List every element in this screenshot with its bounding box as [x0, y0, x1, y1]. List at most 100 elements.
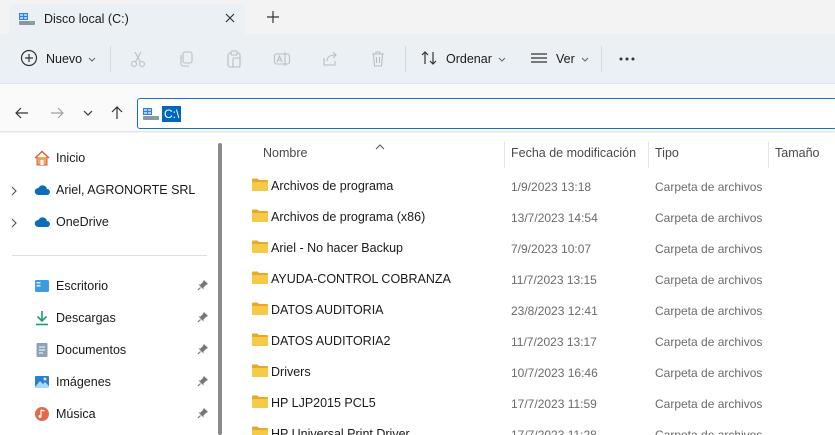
- toolbar-divider: [405, 46, 406, 72]
- file-row[interactable]: Archivos de programa 1/9/2023 13:18 Carpet…: [230, 172, 835, 200]
- chevron-down-icon: [498, 52, 506, 66]
- chevron-right-icon[interactable]: [11, 217, 17, 231]
- command-bar: Nuevo Ordenar Ver: [0, 34, 835, 84]
- pin-icon[interactable]: [197, 407, 209, 422]
- pin-icon[interactable]: [197, 279, 209, 294]
- forward-arrow-icon[interactable]: [48, 104, 66, 122]
- sidebar-scrollbar[interactable]: [218, 143, 222, 435]
- up-arrow-icon[interactable]: [108, 104, 126, 122]
- file-name: Ariel - No hacer Backup: [271, 241, 404, 255]
- column-header-date[interactable]: Fecha de modificación: [511, 146, 636, 166]
- file-date: 17/7/2023 11:28: [511, 428, 597, 435]
- column-divider[interactable]: [648, 142, 649, 168]
- pin-icon[interactable]: [197, 375, 209, 390]
- file-date: 11/7/2023 13:15: [511, 273, 597, 287]
- tab-disco-local[interactable]: Disco local (C:): [9, 4, 245, 34]
- view-list-icon: [530, 49, 548, 70]
- sort-ascending-icon: [375, 139, 385, 153]
- file-row[interactable]: Ariel - No hacer Backup 7/9/2023 10:07 Car…: [230, 234, 835, 262]
- sidebar-item-label: Ariel, AGRONORTE SRL: [56, 183, 196, 197]
- folder-icon: [251, 363, 269, 381]
- file-name: Drivers: [271, 365, 311, 379]
- sidebar-item-onedrive-business[interactable]: Ariel, AGRONORTE SRL: [0, 178, 214, 202]
- download-icon: [34, 310, 50, 326]
- recent-locations-chevron-icon[interactable]: [79, 104, 97, 122]
- plus-circle-icon: [20, 49, 38, 70]
- view-button[interactable]: Ver: [530, 46, 589, 72]
- paste-icon[interactable]: [224, 49, 244, 69]
- folder-icon: [251, 332, 269, 350]
- folder-icon: [251, 177, 269, 195]
- column-header-name[interactable]: Nombre: [263, 146, 307, 166]
- sidebar-item-label: Documentos: [56, 343, 127, 357]
- folder-icon: [251, 270, 269, 288]
- chevron-down-icon: [88, 52, 96, 66]
- file-type: Carpeta de archivos: [655, 335, 763, 349]
- sidebar-item-inicio[interactable]: Inicio: [0, 146, 214, 170]
- pin-icon[interactable]: [197, 311, 209, 326]
- sort-button[interactable]: Ordenar: [420, 46, 506, 72]
- back-arrow-icon[interactable]: [13, 104, 31, 122]
- file-date: 1/9/2023 13:18: [511, 180, 592, 194]
- file-row[interactable]: Drivers 10/7/2023 16:46 Carpeta de archivo…: [230, 358, 835, 386]
- column-header-type[interactable]: Tipo: [655, 146, 679, 166]
- new-tab-icon[interactable]: [264, 8, 282, 26]
- share-icon[interactable]: [320, 49, 340, 69]
- sidebar-item-escritorio[interactable]: Escritorio: [0, 274, 214, 298]
- rename-icon[interactable]: [272, 49, 292, 69]
- new-button[interactable]: Nuevo: [20, 46, 96, 72]
- sidebar-item-musica[interactable]: Música: [0, 402, 214, 426]
- cut-icon[interactable]: [128, 49, 148, 69]
- file-type: Carpeta de archivos: [655, 366, 763, 380]
- chevron-right-icon[interactable]: [11, 185, 17, 199]
- sidebar-item-descargas[interactable]: Descargas: [0, 306, 214, 330]
- file-row[interactable]: HP Universal Print Driver 17/7/2023 11:28…: [230, 420, 835, 435]
- copy-icon[interactable]: [176, 49, 196, 69]
- sort-label: Ordenar: [446, 52, 492, 66]
- file-date: 11/7/2023 13:17: [511, 335, 597, 349]
- file-list: Nombre Fecha de modificación Tipo Tamaño…: [230, 133, 835, 435]
- file-row[interactable]: DATOS AUDITORIA 23/8/2023 12:41 Carpeta de…: [230, 296, 835, 324]
- close-tab-icon[interactable]: [222, 10, 238, 26]
- folder-icon: [251, 425, 269, 435]
- folder-icon: [251, 394, 269, 412]
- file-type: Carpeta de archivos: [655, 211, 763, 225]
- content-area: Inicio Ariel, AGRONORTE SRL OneDrive Esc…: [0, 133, 835, 435]
- pictures-icon: [34, 374, 50, 390]
- sidebar-item-label: Música: [56, 407, 96, 421]
- file-row[interactable]: AYUDA-CONTROL COBRANZA 11/7/2023 13:15 Car…: [230, 265, 835, 293]
- sidebar-item-documentos[interactable]: Documentos: [0, 338, 214, 362]
- toolbar-divider: [601, 46, 602, 72]
- file-row[interactable]: Archivos de programa (x86) 13/7/2023 14:5…: [230, 203, 835, 231]
- address-bar[interactable]: C:\: [137, 98, 835, 129]
- address-path-selected: C:\: [162, 106, 182, 122]
- view-label: Ver: [556, 52, 575, 66]
- document-icon: [34, 342, 50, 358]
- file-type: Carpeta de archivos: [655, 273, 763, 287]
- file-type: Carpeta de archivos: [655, 397, 763, 411]
- file-name: DATOS AUDITORIA: [271, 303, 384, 317]
- file-type: Carpeta de archivos: [655, 428, 763, 435]
- column-header-size[interactable]: Tamaño: [775, 146, 819, 166]
- pin-icon[interactable]: [197, 343, 209, 358]
- cloud-icon: [34, 214, 50, 230]
- file-date: 13/7/2023 14:54: [511, 211, 598, 225]
- column-divider[interactable]: [768, 142, 769, 168]
- file-row[interactable]: HP LJP2015 PCL5 17/7/2023 11:59 Carpeta de…: [230, 389, 835, 417]
- column-divider[interactable]: [504, 142, 505, 168]
- cloud-icon: [34, 182, 50, 198]
- file-row[interactable]: DATOS AUDITORIA2 11/7/2023 13:17 Carpeta d…: [230, 327, 835, 355]
- tab-bar: Disco local (C:): [0, 0, 835, 34]
- chevron-down-icon: [581, 52, 589, 66]
- toolbar-divider: [110, 46, 111, 72]
- navigation-pane: Inicio Ariel, AGRONORTE SRL OneDrive Esc…: [0, 133, 225, 435]
- sidebar-item-onedrive[interactable]: OneDrive: [0, 210, 214, 234]
- tab-title: Disco local (C:): [44, 12, 129, 26]
- more-options-icon[interactable]: [617, 49, 637, 69]
- sidebar-item-imagenes[interactable]: Imágenes: [0, 370, 214, 394]
- sidebar-item-label: Inicio: [56, 151, 86, 165]
- delete-icon[interactable]: [368, 49, 388, 69]
- new-label: Nuevo: [46, 52, 83, 66]
- file-type: Carpeta de archivos: [655, 180, 763, 194]
- folder-icon: [251, 301, 269, 319]
